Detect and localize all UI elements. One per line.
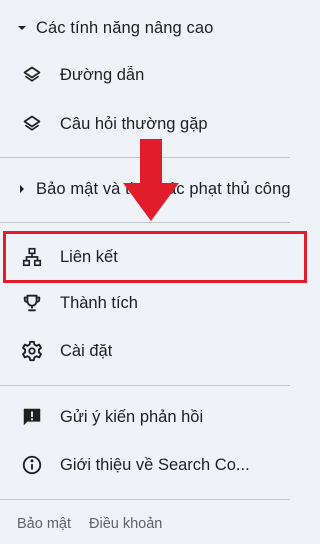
sidebar-item-label: Giới thiệu về Search Co... [60,455,250,474]
footer-terms-link[interactable]: Điều khoản [89,516,162,532]
caret-down-icon [13,19,31,37]
layers-icon [20,63,44,87]
trophy-icon [20,291,44,315]
sidebar-item-achievements[interactable]: Thành tích [0,279,318,327]
divider [0,385,290,386]
sidebar-item-label: Đường dẫn [60,65,145,84]
sidebar-item-feedback[interactable]: Gửi ý kiến phản hồi [0,393,318,441]
sidebar-item-label: Câu hỏi thường gặp [60,114,208,133]
footer: Bảo mật Điều khoản [17,516,162,532]
section-advanced-label: Các tính năng nâng cao [36,18,214,37]
footer-privacy-link[interactable]: Bảo mật [17,516,71,532]
highlight-box [3,231,307,283]
info-icon [20,453,44,477]
section-advanced-features[interactable]: Các tính năng nâng cao [0,4,318,52]
arrow-down-icon [123,139,179,221]
sidebar-item-about[interactable]: Giới thiệu về Search Co... [0,441,318,489]
divider [0,499,290,500]
feedback-icon [20,405,44,429]
sidebar-item-label: Gửi ý kiến phản hồi [60,407,204,426]
sidebar-item-label: Thành tích [60,293,138,312]
sidebar-item-breadcrumbs[interactable]: Đường dẫn [0,51,318,99]
layers-icon [20,112,44,136]
sidebar-item-label: Cài đặt [60,341,113,360]
caret-right-icon [13,180,31,198]
sidebar-item-settings[interactable]: Cài đặt [0,327,318,375]
gear-icon [20,339,44,363]
